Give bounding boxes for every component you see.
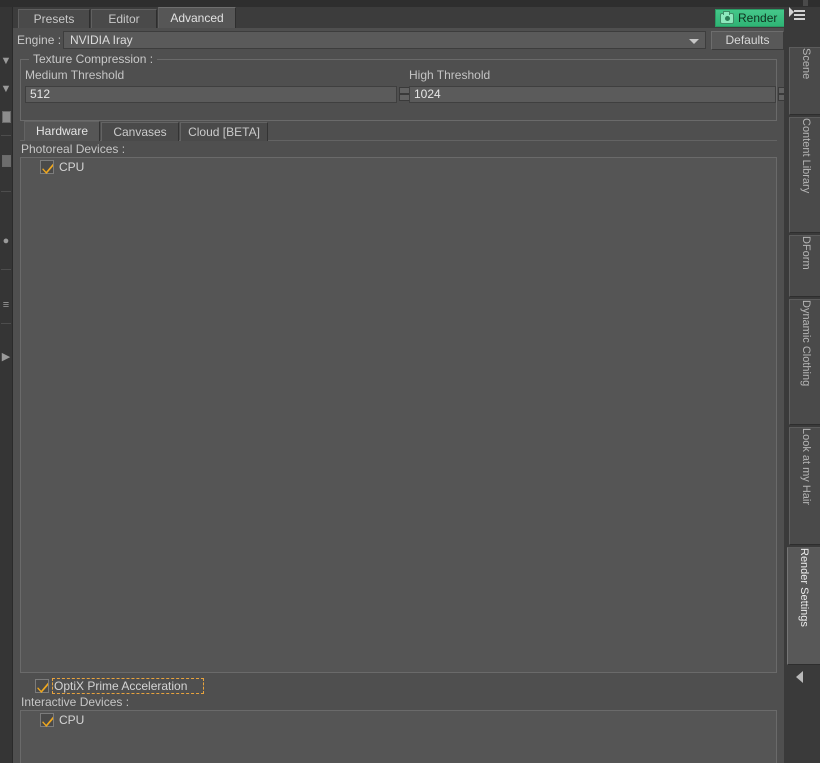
side-tab-content-library[interactable]: Content Library — [789, 117, 820, 233]
side-tab-label: DForm — [800, 236, 812, 270]
texture-compression-title: Texture Compression : — [29, 52, 158, 66]
rail-divider — [1, 191, 11, 192]
side-tab-dform[interactable]: DForm — [789, 235, 820, 297]
tool-node-icon[interactable] — [2, 111, 11, 123]
collapse-left-arrow-icon[interactable] — [796, 671, 803, 683]
side-tab-label: Render Settings — [798, 548, 810, 627]
engine-row: Engine : NVIDIA Iray Defaults — [13, 28, 784, 53]
interactive-devices-label: Interactive Devices : — [20, 696, 777, 710]
tab-advanced[interactable]: Advanced — [158, 7, 236, 28]
interactive-device-cpu-label: CPU — [59, 713, 85, 727]
interactive-devices-list — [20, 710, 777, 763]
photoreal-device-cpu-label: CPU — [59, 160, 85, 174]
rail-divider — [1, 323, 11, 324]
tab-editor[interactable]: Editor — [91, 9, 157, 28]
render-settings-window: ▼ ▼ ● ≡ ▶ Presets Editor Advanced Render En… — [0, 0, 820, 763]
camera-icon — [720, 11, 734, 24]
side-tab-scene[interactable]: Scene — [789, 47, 820, 115]
left-toolbar-rail[interactable]: ▼ ▼ ● ≡ ▶ — [0, 7, 13, 763]
hardware-tab-bar: Hardware Canvases Cloud [BETA] — [20, 121, 777, 141]
optix-prime-acceleration-label: OptiX Prime Acceleration — [54, 679, 188, 693]
side-tab-look-at-my-hair[interactable]: Look at my Hair — [789, 427, 820, 545]
side-tab-label: Dynamic Clothing — [800, 300, 812, 387]
tool-list-icon[interactable]: ≡ — [0, 299, 12, 312]
field-input-0[interactable]: 512 — [25, 86, 397, 103]
tool-play-icon[interactable]: ▶ — [0, 351, 12, 364]
window-top-strip — [0, 0, 820, 7]
engine-dropdown[interactable]: NVIDIA Iray — [63, 31, 706, 49]
tab-presets[interactable]: Presets — [18, 9, 90, 28]
side-tab-strip: Scene Content Library DForm Dynamic Clothin… — [784, 7, 820, 763]
menu-line-icon — [794, 18, 805, 20]
render-button[interactable]: Render — [715, 9, 787, 27]
photoreal-devices-list — [20, 157, 777, 673]
photoreal-devices-label: Photoreal Devices : — [20, 143, 777, 157]
checkbox-checked-icon[interactable] — [35, 679, 49, 693]
render-button-label: Render — [738, 11, 778, 25]
side-tab-render-settings[interactable]: Render Settings — [787, 547, 820, 665]
hardware-tab-canvases[interactable]: Canvases — [101, 122, 179, 141]
defaults-button[interactable]: Defaults — [711, 31, 784, 50]
tool-arrow-icon[interactable]: ▼ — [0, 83, 12, 96]
side-tab-label: Scene — [800, 48, 812, 80]
side-tab-label: Content Library — [800, 118, 812, 194]
side-tab-dynamic-clothing[interactable]: Dynamic Clothing — [789, 299, 820, 425]
tab-bar: Presets Editor Advanced Render — [13, 7, 787, 28]
tool-frame-icon[interactable] — [2, 155, 11, 167]
main-panel: Presets Editor Advanced Render Engine : NVI… — [13, 7, 794, 763]
hardware-tab-cloud-beta-[interactable]: Cloud [BETA] — [180, 122, 268, 141]
rail-divider — [1, 135, 11, 136]
tool-pointer-icon[interactable]: ▼ — [0, 55, 12, 68]
menu-line-icon — [794, 14, 805, 16]
engine-value: NVIDIA Iray — [70, 33, 133, 47]
texture-compression-group: Texture Compression : Medium Threshold 51… — [20, 52, 794, 121]
rail-divider — [1, 269, 11, 270]
engine-label: Engine : — [17, 33, 62, 47]
hardware-tab-hardware[interactable]: Hardware — [24, 121, 100, 141]
checkbox-checked-icon[interactable] — [40, 160, 54, 174]
panel-menu-icon[interactable] — [789, 6, 806, 22]
field-label-0: Medium Threshold — [25, 68, 125, 82]
chevron-down-icon[interactable] — [689, 39, 699, 44]
menu-line-icon — [794, 10, 805, 12]
field-label-1: High Threshold — [409, 68, 491, 82]
side-tab-label: Look at my Hair — [800, 428, 812, 506]
field-input-1[interactable]: 1024 — [409, 86, 776, 103]
tool-dot-icon[interactable]: ● — [0, 235, 12, 248]
checkbox-checked-icon[interactable] — [40, 713, 54, 727]
